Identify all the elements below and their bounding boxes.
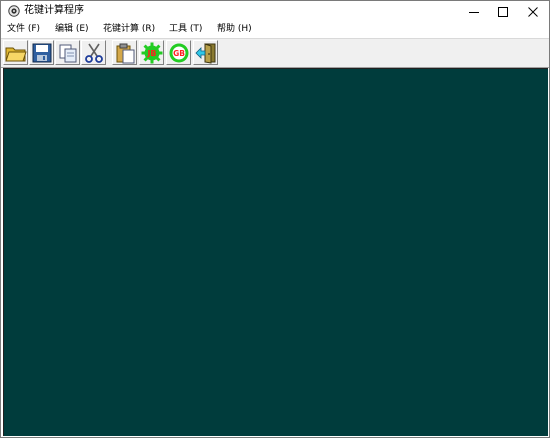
menu-edit[interactable]: 编辑 (E) xyxy=(55,23,89,36)
menu-help[interactable]: 帮助 (H) xyxy=(217,23,252,36)
app-icon xyxy=(8,5,20,17)
open-folder-icon xyxy=(5,47,27,62)
copy-button[interactable] xyxy=(55,40,80,65)
window-title: 花键计算程序 xyxy=(24,5,84,16)
paste-icon xyxy=(116,43,135,64)
save-icon xyxy=(32,43,52,63)
maximize-icon xyxy=(498,7,508,17)
exit-door-icon xyxy=(195,43,216,64)
paste-button[interactable] xyxy=(112,40,137,65)
gb-gear-icon: GB xyxy=(169,43,189,63)
svg-text:GB: GB xyxy=(173,49,185,58)
main-window: 花键计算程序 文件 (F) 编辑 (E) 花键计算 (R) 工具 (T) 帮助 … xyxy=(0,0,550,438)
close-button[interactable] xyxy=(518,1,548,22)
menu-bar: 文件 (F) 编辑 (E) 花键计算 (R) 工具 (T) 帮助 (H) xyxy=(1,22,549,38)
copy-icon xyxy=(59,44,77,63)
save-button[interactable] xyxy=(29,40,54,65)
svg-text:JB: JB xyxy=(146,49,156,58)
menu-spline-calc[interactable]: 花键计算 (R) xyxy=(103,23,155,36)
toolbar: JB GB xyxy=(1,38,549,68)
minimize-icon xyxy=(469,12,479,13)
menu-file[interactable]: 文件 (F) xyxy=(7,23,40,36)
title-bar[interactable]: 花键计算程序 xyxy=(1,1,549,22)
close-icon xyxy=(528,7,538,17)
menu-tools[interactable]: 工具 (T) xyxy=(169,23,202,36)
open-button[interactable] xyxy=(3,40,28,65)
jb-spline-button[interactable]: JB xyxy=(139,40,164,65)
gb-spline-button[interactable]: GB xyxy=(166,40,191,65)
document-area[interactable] xyxy=(3,68,548,436)
spline-gear-icon: JB xyxy=(141,42,163,64)
exit-button[interactable] xyxy=(193,40,218,65)
cut-button[interactable] xyxy=(81,40,106,65)
minimize-button[interactable] xyxy=(459,1,489,22)
cut-icon xyxy=(85,43,103,63)
maximize-button[interactable] xyxy=(488,1,518,22)
